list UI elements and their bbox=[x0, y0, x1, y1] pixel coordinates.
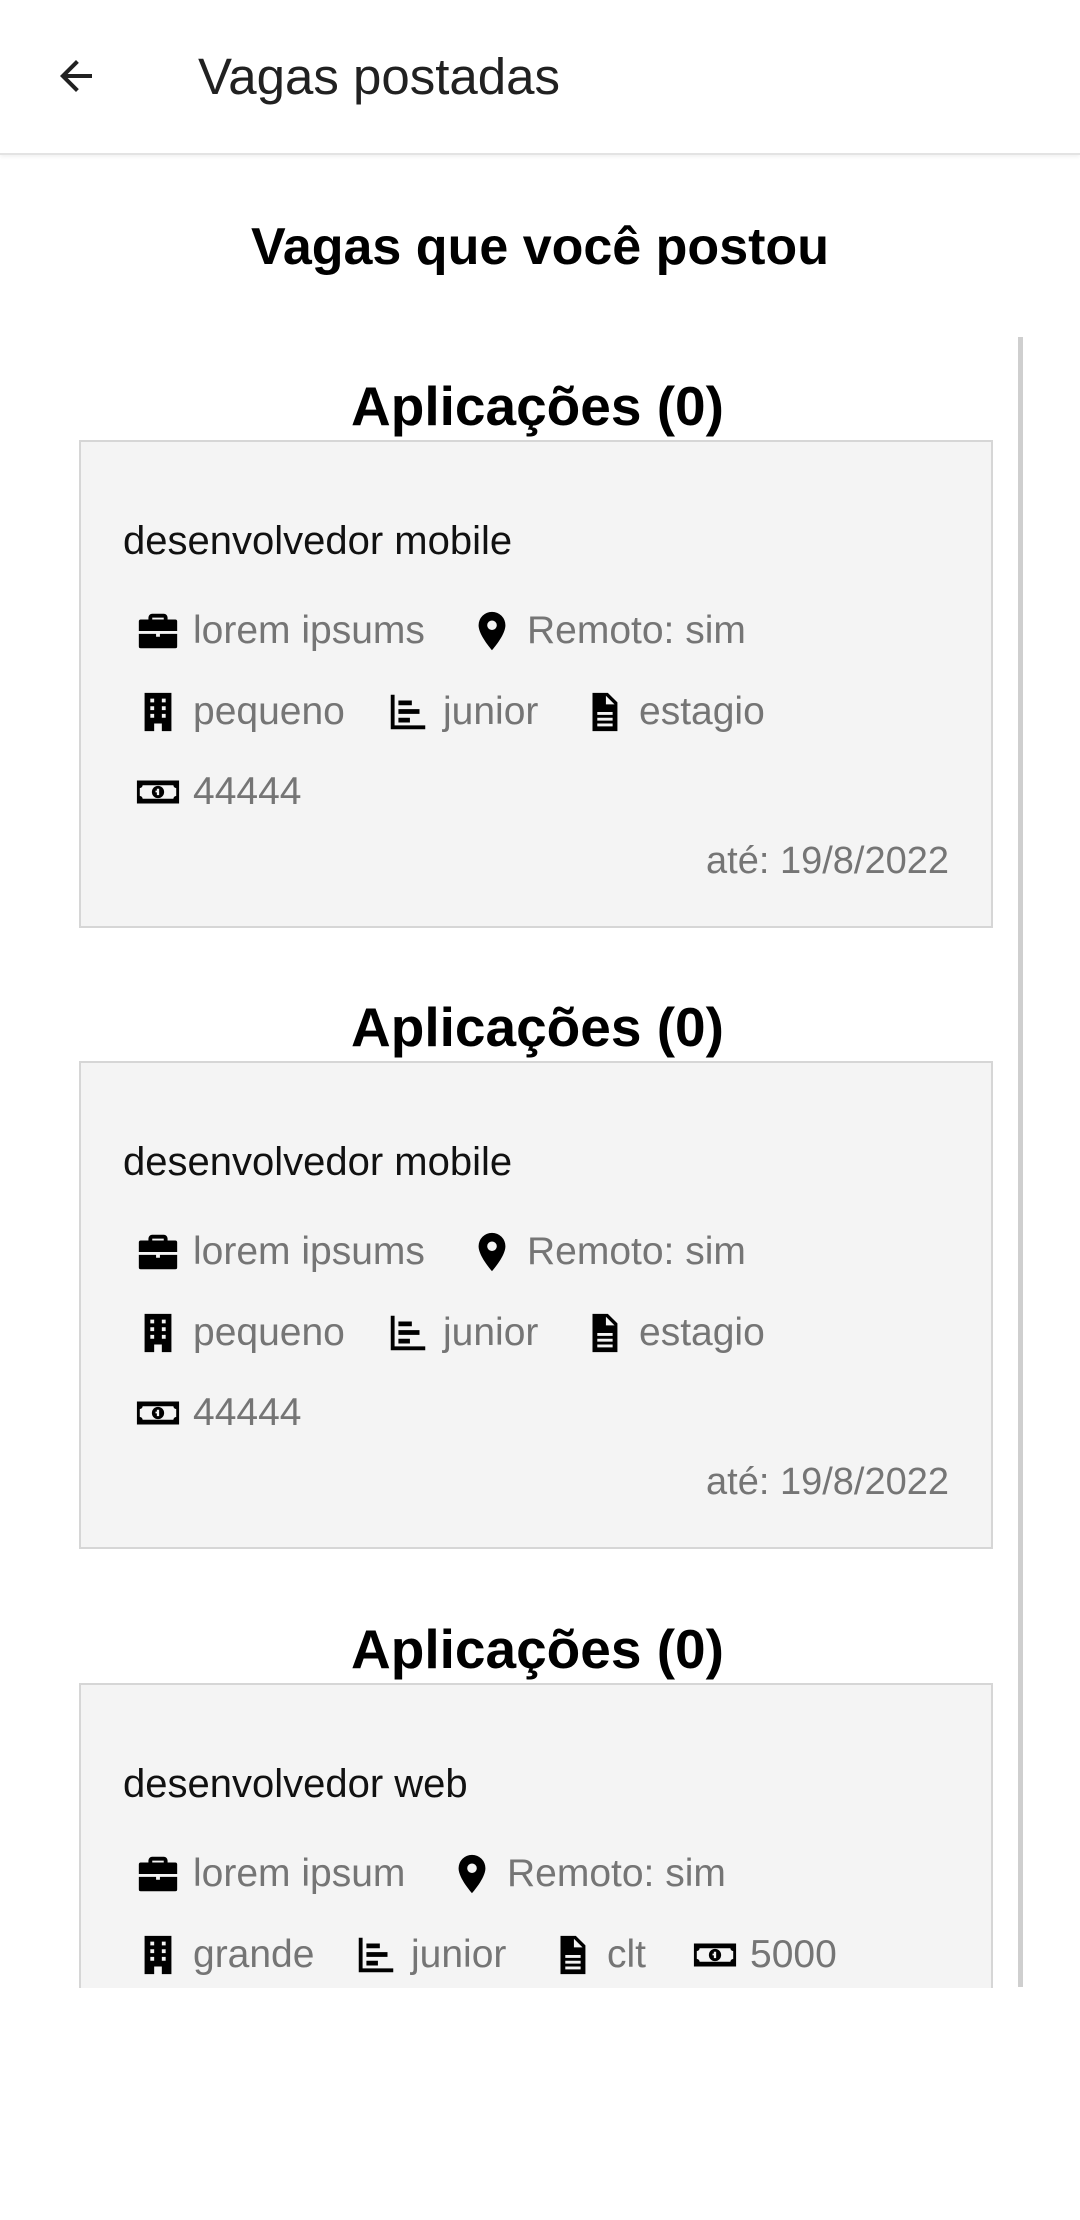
briefcase-icon bbox=[135, 1229, 181, 1275]
building-icon bbox=[135, 689, 181, 735]
contract-text: estagio bbox=[639, 1311, 765, 1354]
applications-count[interactable]: Aplicações (0) bbox=[0, 374, 1075, 438]
size-meta: grande bbox=[135, 1932, 314, 1978]
size-text: pequeno bbox=[193, 1311, 345, 1354]
company-meta: lorem ipsums bbox=[135, 1229, 425, 1275]
job-title: desenvolvedor mobile bbox=[123, 519, 513, 563]
building-icon bbox=[135, 1932, 181, 1978]
remote-text: Remoto: sim bbox=[527, 1230, 746, 1273]
level-meta: junior bbox=[353, 1932, 506, 1978]
bar-chart-icon bbox=[385, 1310, 431, 1356]
document-icon bbox=[549, 1932, 595, 1978]
page-title: Vagas postadas bbox=[198, 48, 560, 105]
deadline-text: até: 19/8/2022 bbox=[706, 1461, 949, 1503]
applications-count[interactable]: Aplicações (0) bbox=[0, 1617, 1075, 1681]
size-meta: pequeno bbox=[135, 1310, 345, 1356]
remote-meta: Remoto: sim bbox=[469, 1229, 746, 1275]
job-list[interactable]: Aplicações (0) desenvolvedor mobile lore… bbox=[0, 338, 1080, 1988]
contract-meta: estagio bbox=[581, 1310, 765, 1356]
level-meta: junior bbox=[385, 689, 538, 735]
salary-text: 5000 bbox=[750, 1933, 837, 1976]
salary-meta: 44444 bbox=[135, 1390, 301, 1436]
salary-text: 44444 bbox=[193, 1391, 302, 1434]
map-pin-icon bbox=[469, 1229, 515, 1275]
applications-count[interactable]: Aplicações (0) bbox=[0, 995, 1075, 1059]
back-button[interactable] bbox=[36, 36, 116, 116]
job-card[interactable]: desenvolvedor web lorem ipsum Remoto: si… bbox=[79, 1683, 993, 1988]
money-bill-icon bbox=[692, 1932, 738, 1978]
company-text: lorem ipsums bbox=[193, 609, 425, 652]
map-pin-icon bbox=[469, 608, 515, 654]
level-text: junior bbox=[443, 690, 539, 733]
document-icon bbox=[581, 1310, 627, 1356]
document-icon bbox=[581, 689, 627, 735]
salary-meta: 5000 bbox=[692, 1932, 837, 1978]
company-meta: lorem ipsums bbox=[135, 608, 425, 654]
remote-meta: Remoto: sim bbox=[469, 608, 746, 654]
job-title: desenvolvedor mobile bbox=[123, 1140, 513, 1184]
building-icon bbox=[135, 1310, 181, 1356]
remote-meta: Remoto: sim bbox=[449, 1851, 726, 1897]
contract-meta: estagio bbox=[581, 689, 765, 735]
company-text: lorem ipsum bbox=[193, 1852, 406, 1895]
contract-text: estagio bbox=[639, 690, 765, 733]
app-bar: Vagas postadas bbox=[0, 0, 1080, 155]
bar-chart-icon bbox=[385, 689, 431, 735]
remote-text: Remoto: sim bbox=[507, 1852, 726, 1895]
salary-text: 44444 bbox=[193, 770, 302, 813]
arrow-left-icon bbox=[60, 60, 92, 92]
job-title: desenvolvedor web bbox=[123, 1762, 468, 1806]
deadline-text: até: 19/8/2022 bbox=[706, 840, 949, 882]
section-heading: Vagas que você postou bbox=[251, 218, 829, 276]
level-text: junior bbox=[411, 1933, 507, 1976]
company-meta: lorem ipsum bbox=[135, 1851, 405, 1897]
level-text: junior bbox=[443, 1311, 539, 1354]
level-meta: junior bbox=[385, 1310, 538, 1356]
job-card[interactable]: desenvolvedor mobile lorem ipsums Remoto… bbox=[79, 1061, 993, 1549]
money-bill-icon bbox=[135, 1390, 181, 1436]
size-text: grande bbox=[193, 1933, 315, 1976]
briefcase-icon bbox=[135, 608, 181, 654]
money-bill-icon bbox=[135, 769, 181, 815]
company-text: lorem ipsums bbox=[193, 1230, 425, 1273]
bar-chart-icon bbox=[353, 1932, 399, 1978]
job-card[interactable]: desenvolvedor mobile lorem ipsums Remoto… bbox=[79, 440, 993, 928]
size-meta: pequeno bbox=[135, 689, 345, 735]
contract-meta: clt bbox=[549, 1932, 646, 1978]
briefcase-icon bbox=[135, 1851, 181, 1897]
salary-meta: 44444 bbox=[135, 769, 301, 815]
map-pin-icon bbox=[449, 1851, 495, 1897]
contract-text: clt bbox=[607, 1933, 646, 1976]
size-text: pequeno bbox=[193, 690, 345, 733]
remote-text: Remoto: sim bbox=[527, 609, 746, 652]
